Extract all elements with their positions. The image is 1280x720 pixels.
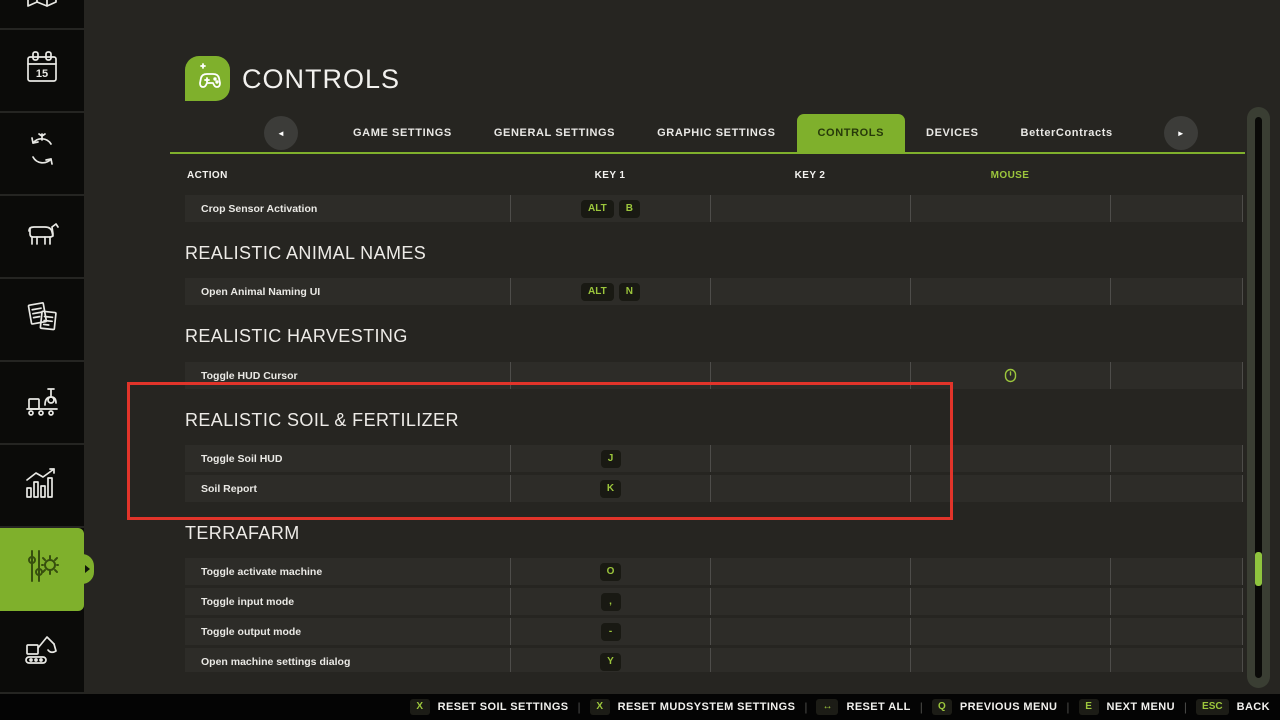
- divider: |: [804, 700, 807, 714]
- tabs-scroll-left-button[interactable]: ◄: [264, 116, 298, 150]
- key-combo-icon: ↔: [816, 699, 838, 715]
- column-header-gamepad: [1110, 170, 1243, 188]
- contracts-icon: [22, 297, 62, 342]
- sidebar-item-construction[interactable]: [0, 611, 84, 694]
- table-row[interactable]: Crop Sensor Activation ALT B: [185, 195, 1243, 222]
- key-badge: O: [600, 563, 622, 581]
- section-title-realistic-animal-names: REALISTIC ANIMAL NAMES: [185, 240, 1243, 267]
- action-label: Open Animal Naming UI: [185, 278, 510, 305]
- settings-icon: [21, 545, 63, 592]
- table-row[interactable]: Open Animal Naming UI ALT N: [185, 278, 1243, 305]
- arrow-left-icon: ◄: [277, 129, 285, 138]
- scrollbar: [1247, 107, 1270, 688]
- table-row[interactable]: Toggle Soil HUD J: [185, 445, 1243, 472]
- calendar-icon: 15: [22, 48, 62, 93]
- divider: |: [1184, 700, 1187, 714]
- arrow-right-icon: ►: [1177, 129, 1185, 138]
- reset-all-button[interactable]: ↔ RESET ALL: [816, 699, 910, 715]
- gamepad-icon: [191, 59, 225, 98]
- sidebar-item-animals[interactable]: [0, 196, 84, 279]
- table-row[interactable]: Toggle output mode -: [185, 618, 1243, 645]
- sidebar-item-calendar[interactable]: 15: [0, 30, 84, 113]
- tab-bettercontracts[interactable]: BetterContracts: [1000, 114, 1134, 152]
- table-row[interactable]: Toggle input mode ,: [185, 588, 1243, 615]
- sidebar: 15: [0, 0, 84, 694]
- column-header-action: ACTION: [185, 170, 510, 188]
- svg-text:15: 15: [36, 68, 48, 80]
- key-badge: N: [619, 283, 640, 301]
- scrollbar-thumb[interactable]: [1255, 552, 1262, 586]
- action-label: Toggle HUD Cursor: [185, 362, 510, 389]
- action-label: Toggle input mode: [185, 588, 510, 615]
- sidebar-item-contracts[interactable]: [0, 279, 84, 362]
- section-title-realistic-harvesting: REALISTIC HARVESTING: [185, 323, 1243, 350]
- table-row[interactable]: Toggle HUD Cursor: [185, 362, 1243, 389]
- table-row[interactable]: Open machine settings dialog Y: [185, 648, 1243, 672]
- column-header-mouse: MOUSE: [910, 170, 1110, 188]
- reset-mudsystem-settings-button[interactable]: X RESET MUDSYSTEM SETTINGS: [590, 699, 796, 715]
- active-item-notch: [78, 554, 94, 584]
- sidebar-item-statistics[interactable]: [0, 445, 84, 528]
- divider: |: [578, 700, 581, 714]
- excavator-icon: [21, 628, 63, 675]
- key-x-badge: X: [410, 699, 430, 715]
- footer-hint-bar: X RESET SOIL SETTINGS | X RESET MUDSYSTE…: [0, 694, 1280, 720]
- section-title-realistic-soil-fertilizer: REALISTIC SOIL & FERTILIZER: [185, 407, 1243, 434]
- action-label: Open machine settings dialog: [185, 648, 510, 672]
- action-label: Crop Sensor Activation: [185, 195, 510, 222]
- next-menu-button[interactable]: E NEXT MENU: [1079, 699, 1175, 715]
- statistics-icon: [21, 462, 63, 509]
- sidebar-item-settings[interactable]: [0, 528, 84, 611]
- tab-underline: [170, 152, 1245, 154]
- mouse-icon: [1004, 368, 1017, 383]
- controls-page-icon: [185, 56, 230, 101]
- action-label: Soil Report: [185, 475, 510, 502]
- crop-rotation-icon: [22, 131, 62, 176]
- tab-bar: ◄ GAME SETTINGS GENERAL SETTINGS GRAPHIC…: [264, 114, 1198, 152]
- action-label: Toggle Soil HUD: [185, 445, 510, 472]
- tab-graphic-settings[interactable]: GRAPHIC SETTINGS: [636, 114, 796, 152]
- column-header-key1: KEY 1: [510, 170, 710, 188]
- key-badge: Y: [600, 653, 621, 671]
- divider: |: [1066, 700, 1069, 714]
- table-row[interactable]: Soil Report K: [185, 475, 1243, 502]
- map-icon: [23, 0, 61, 25]
- back-button[interactable]: ESC BACK: [1196, 699, 1270, 715]
- production-icon: [21, 379, 63, 426]
- key-badge: -: [601, 623, 621, 641]
- action-label: Toggle activate machine: [185, 558, 510, 585]
- sidebar-item-map[interactable]: [0, 0, 84, 30]
- key-x-badge: X: [590, 699, 610, 715]
- key-badge: J: [601, 450, 621, 468]
- action-label: Toggle output mode: [185, 618, 510, 645]
- column-header-key2: KEY 2: [710, 170, 910, 188]
- tabs-scroll-right-button[interactable]: ►: [1164, 116, 1198, 150]
- key-e-badge: E: [1079, 699, 1099, 715]
- tab-controls[interactable]: CONTROLS: [797, 114, 906, 152]
- key-badge: ,: [601, 593, 621, 611]
- table-header-row: ACTION KEY 1 KEY 2 MOUSE: [185, 170, 1243, 188]
- reset-soil-settings-button[interactable]: X RESET SOIL SETTINGS: [410, 699, 569, 715]
- key-badge: B: [619, 200, 640, 218]
- tab-game-settings[interactable]: GAME SETTINGS: [332, 114, 473, 152]
- sidebar-item-production[interactable]: [0, 362, 84, 445]
- sidebar-item-crop-rotation[interactable]: [0, 113, 84, 196]
- key-q-badge: Q: [932, 699, 952, 715]
- page-title: CONTROLS: [242, 64, 400, 95]
- table-row[interactable]: Toggle activate machine O: [185, 558, 1243, 585]
- cow-icon: [21, 213, 63, 260]
- key-badge: ALT: [581, 200, 614, 218]
- keybindings-table: ACTION KEY 1 KEY 2 MOUSE Crop Sensor Act…: [185, 170, 1243, 672]
- tab-devices[interactable]: DEVICES: [905, 114, 1000, 152]
- tab-general-settings[interactable]: GENERAL SETTINGS: [473, 114, 636, 152]
- previous-menu-button[interactable]: Q PREVIOUS MENU: [932, 699, 1058, 715]
- section-title-terrafarm: TERRAFARM: [185, 520, 1243, 547]
- controls-settings-screen: 15: [0, 0, 1280, 720]
- key-badge: ALT: [581, 283, 614, 301]
- key-badge: K: [600, 480, 621, 498]
- key-esc-badge: ESC: [1196, 699, 1229, 715]
- divider: |: [920, 700, 923, 714]
- scrollbar-track[interactable]: [1255, 117, 1262, 678]
